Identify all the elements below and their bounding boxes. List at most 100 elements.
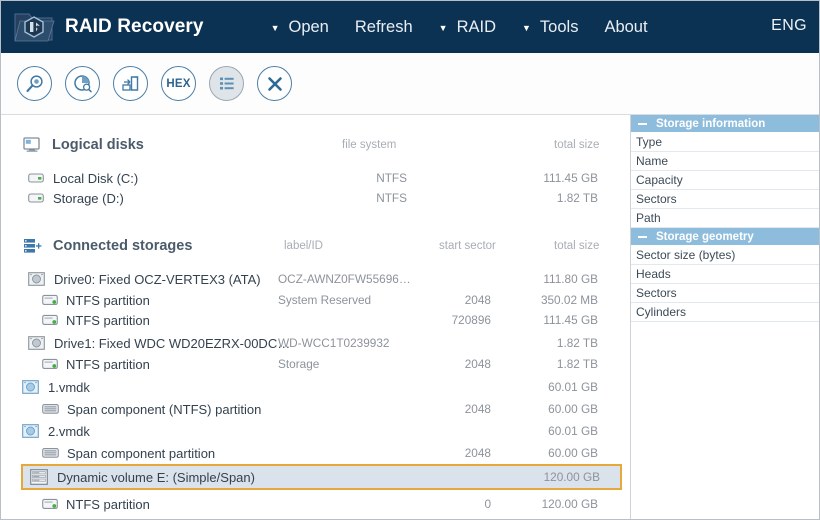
geometry-row-sectors: Sectors (631, 284, 820, 303)
row-total-size: 60.00 GB (501, 446, 598, 460)
row-total-size: 1.82 TB (501, 191, 598, 205)
menu-item-about[interactable]: About (591, 16, 660, 39)
connected-storages-title: Connected storages (53, 238, 192, 254)
info-row-name: Name (631, 152, 820, 171)
row-total-size: 60.01 GB (501, 424, 598, 438)
list-view-icon (216, 73, 238, 95)
chevron-down-icon: ▼ (439, 24, 448, 33)
menu-item-open[interactable]: ▼ Open (258, 16, 342, 39)
row-start-sector: 0 (401, 497, 491, 511)
row-total-size: 111.80 GB (501, 272, 598, 286)
dynamic-volume-icon (30, 469, 48, 485)
table-row[interactable]: 2.vmdk 60.01 GB (1, 420, 630, 442)
file-recovery-icon (120, 73, 142, 95)
minus-icon[interactable] (638, 123, 647, 125)
info-label: Heads (636, 267, 671, 281)
hex-viewer-button[interactable]: HEX (161, 66, 196, 101)
row-label-id: System Reserved (278, 293, 371, 307)
table-row[interactable]: Span component partition 2048 60.00 GB (1, 442, 630, 464)
logical-disks-title: Logical disks (52, 137, 144, 153)
physical-drive-icon (28, 272, 45, 286)
table-row[interactable]: NTFS partition 0 120.00 GB (1, 493, 630, 515)
info-row-capacity: Capacity (631, 171, 820, 190)
partition-icon (42, 294, 58, 306)
find-scan-button[interactable] (17, 66, 52, 101)
row-label-id: OCZ-AWNZ0FW55696… (278, 272, 411, 286)
menu-label-open: Open (289, 18, 329, 37)
column-label-id: label/ID (284, 240, 323, 252)
geometry-row-cylinders: Cylinders (631, 303, 820, 322)
row-file-system: NTFS (367, 191, 407, 205)
row-total-size: 60.01 GB (501, 380, 598, 394)
info-row-sectors: Sectors (631, 190, 820, 209)
info-panel: Storage information Type Name Capacity S… (631, 115, 820, 520)
row-start-sector: 2048 (401, 446, 491, 460)
row-name: NTFS partition (66, 313, 150, 328)
menu-item-tools[interactable]: ▼ Tools (509, 16, 591, 39)
table-row[interactable]: NTFS partition Storage 2048 1.82 TB (1, 354, 630, 374)
table-row-selected[interactable]: Dynamic volume E: (Simple/Span) 120.00 G… (23, 464, 620, 490)
find-scan-icon (24, 73, 46, 95)
info-label: Type (636, 135, 662, 149)
row-total-size: 120.00 GB (501, 497, 598, 511)
table-row[interactable]: Local Disk (C:) NTFS 111.45 GB (1, 168, 630, 188)
table-row[interactable]: Drive1: Fixed WDC WD20EZRX-00DC… WD-WCC1… (1, 332, 630, 354)
info-row-path: Path (631, 209, 820, 228)
disk-drive-icon (28, 172, 44, 184)
menu-item-raid[interactable]: ▼ RAID (426, 16, 509, 39)
monitor-icon (23, 137, 41, 153)
row-name: 2.vmdk (48, 424, 90, 439)
menu-label-raid: RAID (457, 18, 496, 37)
info-label: Capacity (636, 173, 683, 187)
row-name: Local Disk (C:) (53, 171, 138, 186)
row-total-size: 350.02 MB (501, 293, 598, 307)
table-row[interactable]: Span component (NTFS) partition 2048 60.… (1, 398, 630, 420)
app-logo (7, 1, 59, 53)
row-total-size: 111.45 GB (501, 171, 598, 185)
table-row[interactable]: NTFS partition 720896 111.45 GB (1, 310, 630, 330)
connected-storages-list: Drive0: Fixed OCZ-VERTEX3 (ATA) OCZ-AWNZ… (1, 268, 630, 515)
row-start-sector: 2048 (401, 357, 491, 371)
list-view-button[interactable] (209, 66, 244, 101)
vmdk-disk-icon (22, 424, 39, 438)
partition-icon (42, 358, 58, 370)
row-name: 1.vmdk (48, 380, 90, 395)
info-label: Sectors (636, 286, 677, 300)
storage-geometry-header[interactable]: Storage geometry (631, 228, 820, 246)
table-row[interactable]: NTFS partition System Reserved 2048 350.… (1, 290, 630, 310)
storage-information-header[interactable]: Storage information (631, 115, 820, 133)
info-label: Sectors (636, 192, 677, 206)
table-row[interactable]: 1.vmdk 60.01 GB (1, 376, 630, 398)
close-button[interactable] (257, 66, 292, 101)
row-label-id: WD-WCC1T0239932 (278, 336, 389, 350)
info-label: Sector size (bytes) (636, 248, 735, 262)
partition-icon (42, 314, 58, 326)
servers-stack-icon (23, 238, 42, 255)
brand-title: RAID Recovery (65, 16, 204, 38)
file-recovery-button[interactable] (113, 66, 148, 101)
table-row[interactable]: Storage (D:) NTFS 1.82 TB (1, 188, 630, 208)
row-name: NTFS partition (66, 357, 150, 372)
language-selector[interactable]: ENG (771, 17, 807, 35)
row-label-id: Storage (278, 357, 319, 371)
row-name: Span component (NTFS) partition (67, 402, 261, 417)
row-name: Drive1: Fixed WDC WD20EZRX-00DC… (54, 336, 290, 351)
info-label: Cylinders (636, 305, 686, 319)
row-name: Span component partition (67, 446, 215, 461)
row-total-size: 1.82 TB (501, 357, 598, 371)
disk-scan-icon (72, 73, 94, 95)
connected-storages-header: Connected storages label/ID start sector… (1, 233, 630, 259)
chevron-down-icon: ▼ (271, 24, 280, 33)
disk-scan-button[interactable] (65, 66, 100, 101)
app-header: RAID Recovery ▼ Open Refresh ▼ RAID ▼ To… (1, 1, 820, 53)
row-name: NTFS partition (66, 293, 150, 308)
chevron-down-icon: ▼ (522, 24, 531, 33)
menu-item-refresh[interactable]: Refresh (342, 16, 426, 39)
hex-label: HEX (166, 78, 190, 90)
row-name: Drive0: Fixed OCZ-VERTEX3 (ATA) (54, 272, 261, 287)
menu-label-tools: Tools (540, 18, 579, 37)
minus-icon[interactable] (638, 236, 647, 238)
row-name: Dynamic volume E: (Simple/Span) (57, 470, 255, 485)
logical-disks-header: Logical disks file system total size (1, 132, 630, 158)
table-row[interactable]: Drive0: Fixed OCZ-VERTEX3 (ATA) OCZ-AWNZ… (1, 268, 630, 290)
